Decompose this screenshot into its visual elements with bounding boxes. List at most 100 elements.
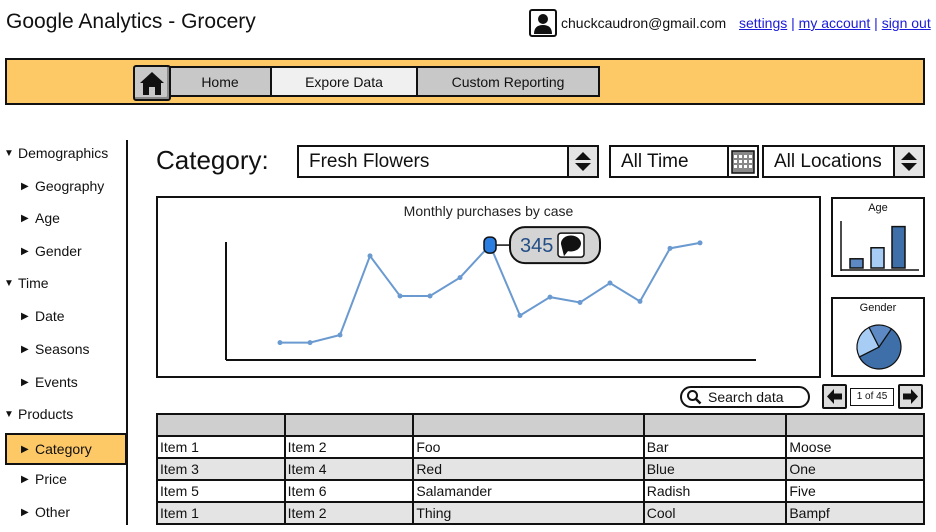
table-cell: Item 5 [156,479,286,503]
page-counter: 1 of 45 [850,388,894,406]
sidebar-item-geography[interactable]: ▶ Geography [21,178,104,194]
sidebar-item-label: Time [18,275,49,291]
collapsed-triangle-icon: ▶ [21,506,29,518]
expanded-triangle-icon: ▼ [4,277,14,289]
tab-expore-data[interactable]: Expore Data [272,68,418,95]
table-row[interactable]: Item 3 Item 4 Red Blue One [156,457,925,481]
gender-pie-chart [856,324,902,370]
sidebar-item-date[interactable]: ▶ Date [21,308,65,324]
column-header[interactable] [156,413,286,437]
table-cell: Item 3 [156,457,286,481]
collapsed-triangle-icon: ▶ [21,245,29,257]
table-cell: Moose [785,435,925,459]
sidebar-item-products[interactable]: ▼ Products [4,406,73,422]
sidebar-item-time[interactable]: ▼ Time [4,275,49,291]
link-separator: | [874,15,878,31]
table-cell: Five [785,479,925,503]
value-tooltip: 345 [509,226,601,265]
search-input[interactable]: Search data [680,386,810,408]
expanded-triangle-icon: ▼ [4,408,14,420]
data-point [367,253,373,259]
user-email: chuckcaudron@gmail.com [561,15,727,31]
account-links: settings | my account | sign out [739,15,931,31]
previous-page-button[interactable] [822,384,847,409]
category-select[interactable]: Fresh Flowers [297,145,599,178]
table-cell: Item 4 [283,457,415,481]
home-icon [140,72,164,95]
tab-custom-reporting[interactable]: Custom Reporting [418,68,598,95]
sidebar-item-seasons[interactable]: ▶ Seasons [21,341,89,357]
collapsed-triangle-icon: ▶ [21,212,29,224]
series-line [280,241,701,344]
highlighted-data-point [483,236,497,254]
data-point [667,245,673,251]
sidebar-item-price[interactable]: ▶ Price [21,471,67,487]
data-point [697,240,703,246]
table-cell: Radish [642,479,788,503]
tab-home[interactable]: Home [170,68,272,95]
calendar-icon[interactable] [727,147,757,176]
sidebar-item-label: Category [35,441,92,457]
data-point [607,280,613,286]
table-cell: One [785,457,925,481]
sign-out-link[interactable]: sign out [882,15,931,31]
nav-tabs: Home Expore Data Custom Reporting [168,66,600,97]
settings-link[interactable]: settings [739,15,787,31]
gender-mini-chart[interactable]: Gender [831,297,925,377]
collapsed-triangle-icon: ▶ [21,180,29,192]
column-header[interactable] [642,413,788,437]
table-cell: Blue [642,457,788,481]
sidebar-item-label: Date [35,308,65,324]
user-avatar-icon [529,9,557,37]
age-bar [891,225,906,269]
sidebar-item-category[interactable]: ▶ Category [5,433,127,465]
sidebar-item-gender[interactable]: ▶ Gender [21,243,82,259]
age-mini-chart[interactable]: Age [831,197,925,277]
sidebar-item-label: Other [35,504,71,520]
next-page-button[interactable] [898,384,923,409]
column-header[interactable] [283,413,415,437]
table-cell: Bar [642,435,788,459]
table-cell: Foo [412,435,645,459]
data-point [307,340,313,346]
data-point [637,298,643,304]
table-cell: Salamander [412,479,645,503]
table-cell: Thing [412,501,645,525]
spinner-arrows-icon[interactable] [567,147,597,176]
table-cell: Bampf [785,501,925,525]
sidebar-item-other[interactable]: ▶ Other [21,504,70,520]
table-cell: Item 6 [283,479,415,503]
age-bar [870,247,885,269]
sidebar-item-label: Events [35,374,78,390]
table-cell: Item 2 [283,501,415,525]
category-label: Category: [156,145,269,175]
sidebar-item-age[interactable]: ▶ Age [21,210,60,226]
table-row[interactable]: Item 5 Item 6 Salamander Radish Five [156,479,925,503]
age-bar [849,258,864,269]
sidebar-item-events[interactable]: ▶ Events [21,374,78,390]
data-point [337,332,343,338]
spinner-arrows-icon[interactable] [893,147,923,176]
sidebar-item-label: Price [35,471,67,487]
data-point [457,275,463,281]
category-select-value: Fresh Flowers [309,150,430,172]
table-cell: Item 2 [283,435,415,459]
location-select[interactable]: All Locations [762,145,925,178]
home-button[interactable] [133,65,171,101]
expanded-triangle-icon: ▼ [4,147,14,159]
table-row[interactable]: Item 1 Item 2 Thing Cool Bampf [156,501,925,525]
column-header[interactable] [785,413,925,437]
data-point [277,340,283,346]
sidebar-item-label: Age [35,210,60,226]
arrow-right-icon [903,389,918,404]
collapsed-triangle-icon: ▶ [21,443,29,455]
column-header[interactable] [412,413,645,437]
sidebar-item-label: Demographics [18,145,109,161]
table-cell: Cool [642,501,788,525]
collapsed-triangle-icon: ▶ [21,473,29,485]
time-range-select[interactable]: All Time [609,145,759,178]
search-placeholder: Search data [708,389,784,405]
sidebar-item-demographics[interactable]: ▼ Demographics [4,145,108,161]
table-row[interactable]: Item 1 Item 2 Foo Bar Moose [156,435,925,459]
my-account-link[interactable]: my account [799,15,871,31]
